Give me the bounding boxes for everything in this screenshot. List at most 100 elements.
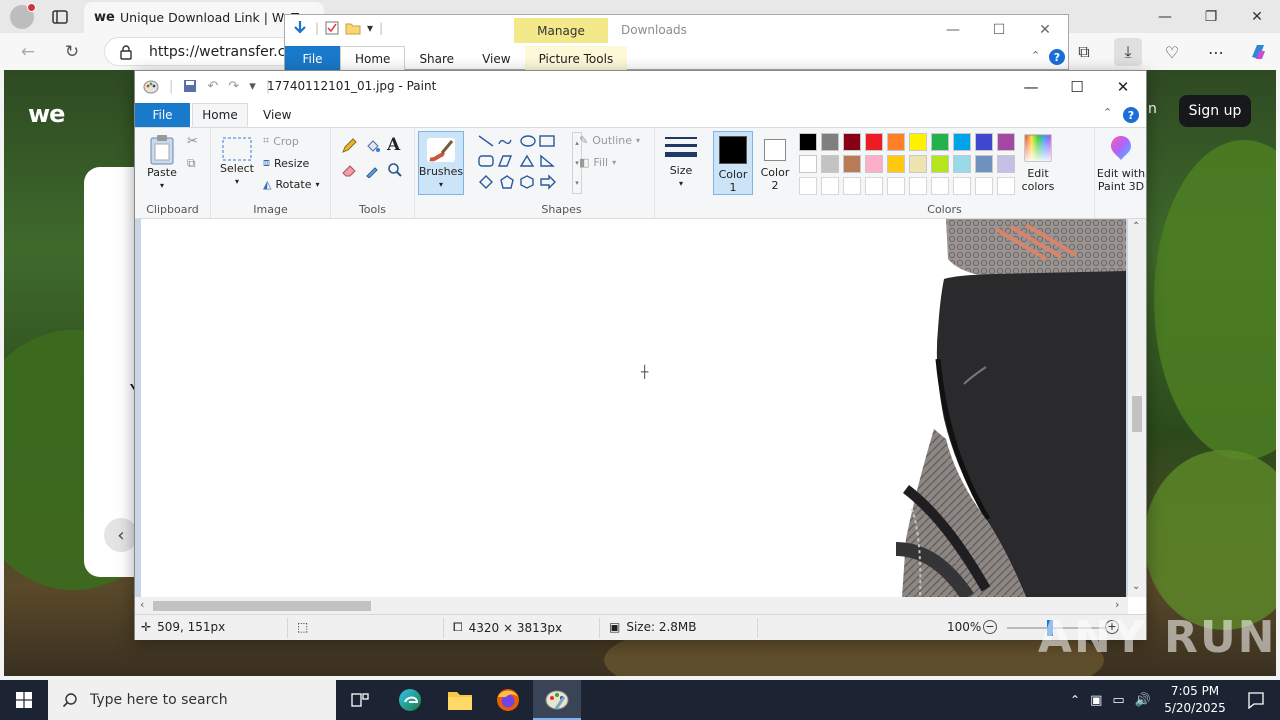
tab-home[interactable]: Home: [340, 46, 406, 71]
palette-swatch[interactable]: [843, 133, 861, 151]
tab-view[interactable]: View: [468, 46, 524, 71]
edit-with-paint3d-button[interactable]: Edit with Paint 3D: [1073, 134, 1169, 193]
show-hidden-icons-icon[interactable]: ⌃: [1070, 693, 1080, 707]
rotate-button[interactable]: ◭ Rotate ▾: [263, 178, 320, 191]
custom-color-slot[interactable]: [887, 177, 905, 195]
color2-button[interactable]: Color 2: [757, 131, 793, 192]
palette-swatch[interactable]: [997, 155, 1015, 173]
custom-color-slot[interactable]: [909, 177, 927, 195]
palette-swatch[interactable]: [931, 155, 949, 173]
redo-icon[interactable]: ↷: [228, 79, 239, 94]
start-button[interactable]: [0, 680, 48, 720]
task-view-icon[interactable]: [336, 680, 384, 720]
download-icon[interactable]: ⤓: [1114, 38, 1142, 66]
palette-swatch[interactable]: [799, 155, 817, 173]
edge-taskbar-icon[interactable]: [386, 680, 434, 720]
properties-icon[interactable]: [325, 21, 339, 35]
close-icon[interactable]: ✕: [1022, 15, 1068, 45]
palette-swatch[interactable]: [909, 133, 927, 151]
palette-swatch[interactable]: [821, 155, 839, 173]
palette-swatch[interactable]: [799, 133, 817, 151]
tab-share[interactable]: Share: [405, 46, 468, 71]
custom-color-slot[interactable]: [799, 177, 817, 195]
palette-swatch[interactable]: [887, 155, 905, 173]
minimize-icon[interactable]: —: [930, 15, 976, 45]
size-button[interactable]: Size ▾: [663, 134, 699, 190]
zoom-out-icon[interactable]: −: [983, 620, 997, 634]
browser-essentials-icon[interactable]: ♡: [1158, 38, 1186, 66]
outline-button[interactable]: ✎ Outline ▾: [579, 134, 640, 147]
undo-icon[interactable]: ↶: [207, 79, 218, 94]
tab-home[interactable]: Home: [192, 103, 248, 127]
qat-dropdown-icon[interactable]: ▾: [249, 79, 256, 94]
close-icon[interactable]: ✕: [1234, 0, 1280, 33]
select-button[interactable]: Select ▾: [219, 136, 255, 188]
tab-view[interactable]: View: [263, 103, 291, 127]
palette-swatch[interactable]: [953, 155, 971, 173]
scroll-down-icon[interactable]: ⌄: [1132, 581, 1140, 592]
file-explorer-taskbar-icon[interactable]: [436, 680, 484, 720]
refresh-icon[interactable]: ↻: [60, 40, 84, 64]
scroll-right-icon[interactable]: ›: [1115, 598, 1119, 611]
taskbar-clock[interactable]: 7:05 PM 5/20/2025: [1160, 683, 1230, 717]
palette-swatch[interactable]: [975, 133, 993, 151]
profile-avatar[interactable]: [10, 3, 36, 29]
tab-picture-tools[interactable]: Picture Tools: [524, 46, 628, 71]
paste-button[interactable]: Paste ▾: [145, 134, 179, 192]
shapes-gallery[interactable]: [477, 132, 567, 194]
collapse-ribbon-icon[interactable]: ⌃: [1031, 49, 1040, 62]
tab-actions-icon[interactable]: [50, 7, 70, 27]
tab-file[interactable]: File: [135, 103, 190, 127]
cut-icon[interactable]: ✂: [187, 134, 198, 149]
crop-button[interactable]: ⌗ Crop: [263, 134, 299, 148]
qat-dropdown-icon[interactable]: ▾: [367, 21, 373, 35]
color-picker-icon[interactable]: [365, 162, 381, 178]
magnifier-icon[interactable]: [387, 162, 403, 178]
brushes-button[interactable]: Brushes ▾: [418, 131, 464, 195]
minimize-icon[interactable]: —: [1142, 0, 1188, 33]
help-icon[interactable]: ?: [1123, 107, 1139, 123]
fill-button[interactable]: ◧ Fill ▾: [579, 156, 616, 169]
palette-swatch[interactable]: [953, 133, 971, 151]
custom-color-slot[interactable]: [821, 177, 839, 195]
palette-swatch[interactable]: [865, 155, 883, 173]
custom-color-slot[interactable]: [997, 177, 1015, 195]
palette-swatch[interactable]: [909, 155, 927, 173]
back-icon[interactable]: ←: [16, 40, 40, 64]
firefox-taskbar-icon[interactable]: [484, 680, 532, 720]
custom-color-slot[interactable]: [843, 177, 861, 195]
volume-icon[interactable]: 🔊: [1135, 693, 1151, 708]
vertical-scroll-thumb[interactable]: [1132, 396, 1142, 432]
pencil-icon[interactable]: [341, 138, 357, 154]
taskbar-search-box[interactable]: Type here to search: [48, 680, 336, 720]
minimize-icon[interactable]: —: [1008, 71, 1054, 102]
custom-color-slot[interactable]: [931, 177, 949, 195]
help-icon[interactable]: ?: [1049, 49, 1065, 65]
resize-button[interactable]: ⧈ Resize: [263, 156, 309, 170]
custom-color-slot[interactable]: [865, 177, 883, 195]
edit-colors-button[interactable]: Edit colors: [1017, 134, 1059, 193]
image-canvas[interactable]: ┼: [141, 219, 1126, 597]
restore-icon[interactable]: ❐: [1188, 0, 1234, 33]
horizontal-scrollbar[interactable]: ‹ ›: [135, 597, 1128, 614]
login-link-fragment[interactable]: n: [1148, 101, 1157, 117]
eraser-icon[interactable]: [341, 162, 357, 178]
more-options-icon[interactable]: ⋯: [1202, 38, 1230, 66]
horizontal-scroll-thumb[interactable]: [153, 601, 371, 611]
copy-icon[interactable]: ⧉: [187, 156, 196, 171]
device-icon[interactable]: ▣: [1090, 693, 1102, 708]
palette-swatch[interactable]: [975, 155, 993, 173]
fill-bucket-icon[interactable]: [365, 138, 381, 154]
tab-file[interactable]: File: [285, 46, 340, 71]
collections-icon[interactable]: ⧉: [1070, 38, 1098, 66]
palette-swatch[interactable]: [821, 133, 839, 151]
vertical-scrollbar[interactable]: ⌃ ⌄: [1128, 219, 1146, 597]
palette-swatch[interactable]: [865, 133, 883, 151]
close-icon[interactable]: ✕: [1100, 71, 1146, 102]
custom-color-slot[interactable]: [953, 177, 971, 195]
color1-button[interactable]: Color 1: [713, 131, 753, 195]
collapse-ribbon-icon[interactable]: ⌃: [1103, 106, 1112, 119]
palette-swatch[interactable]: [997, 133, 1015, 151]
paint-taskbar-icon[interactable]: [533, 680, 581, 720]
scroll-left-icon[interactable]: ‹: [140, 598, 144, 611]
